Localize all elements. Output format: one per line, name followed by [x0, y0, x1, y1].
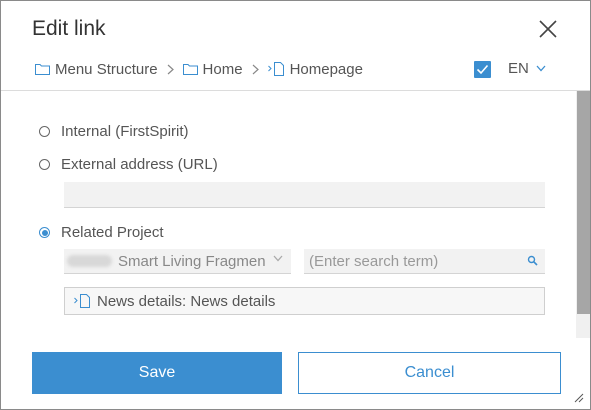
breadcrumb-label: Menu Structure	[55, 60, 158, 78]
breadcrumb-label: Home	[202, 60, 243, 78]
search-icon[interactable]	[527, 255, 538, 266]
radio-related-project[interactable]	[39, 227, 50, 238]
language-checkbox[interactable]	[474, 61, 491, 78]
radio-internal[interactable]	[39, 126, 50, 137]
checkmark-icon	[476, 64, 489, 75]
radio-external[interactable]	[39, 159, 50, 170]
language-label: EN	[508, 60, 529, 77]
chevron-right-icon	[167, 64, 174, 75]
option-related-label: Related Project	[61, 224, 164, 241]
save-button[interactable]: Save	[32, 352, 282, 394]
option-external-label: External address (URL)	[61, 156, 218, 173]
option-external[interactable]: External address (URL)	[39, 156, 218, 173]
page-icon	[74, 294, 90, 308]
page-icon	[267, 62, 284, 76]
redacted-text	[67, 255, 112, 267]
chevron-down-icon	[536, 65, 546, 72]
project-select-value: Smart Living Fragmen	[118, 252, 266, 270]
scrollbar-thumb[interactable]	[577, 91, 590, 314]
link-options: Internal (FirstSpirit) External address …	[1, 91, 576, 338]
chevron-down-icon	[273, 255, 283, 262]
dialog-title: Edit link	[32, 17, 106, 40]
breadcrumb: Menu Structure Home Homepage	[35, 59, 363, 79]
breadcrumb-home[interactable]: Home	[182, 60, 243, 78]
option-related-project[interactable]: Related Project	[39, 224, 164, 241]
folder-icon	[182, 64, 198, 75]
resize-grip-icon[interactable]	[572, 391, 584, 403]
breadcrumb-label: Homepage	[289, 60, 363, 78]
folder-icon	[35, 64, 50, 75]
search-placeholder: (Enter search term)	[309, 252, 439, 270]
related-target-label: News details: News details	[97, 292, 276, 310]
search-input[interactable]: (Enter search term)	[304, 249, 545, 274]
external-url-input[interactable]	[64, 182, 545, 208]
breadcrumb-menu-structure[interactable]: Menu Structure	[35, 61, 158, 78]
breadcrumb-homepage[interactable]: Homepage	[267, 60, 363, 78]
cancel-button[interactable]: Cancel	[298, 352, 561, 394]
chevron-right-icon	[252, 64, 259, 75]
edit-link-dialog: Edit link Menu Structure Home Homepage E…	[0, 0, 591, 410]
close-icon[interactable]	[535, 16, 561, 42]
project-select[interactable]: Smart Living Fragmen	[64, 249, 291, 274]
option-internal-label: Internal (FirstSpirit)	[61, 123, 189, 140]
related-target-field[interactable]: News details: News details	[64, 287, 545, 315]
language-dropdown[interactable]: EN	[508, 60, 546, 77]
option-internal[interactable]: Internal (FirstSpirit)	[39, 123, 189, 140]
